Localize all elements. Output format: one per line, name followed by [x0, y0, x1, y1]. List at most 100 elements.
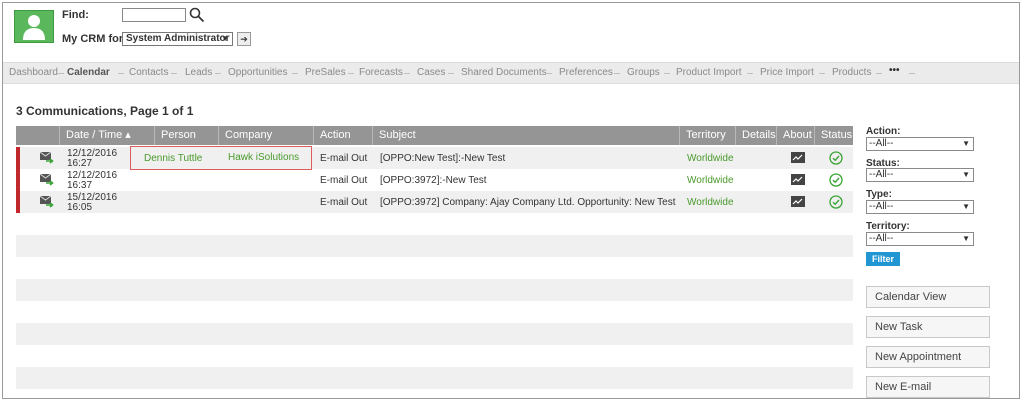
arrow-right-icon: ➔ [240, 34, 248, 44]
nav-groups[interactable]: Groups [627, 67, 660, 78]
table-row[interactable]: 12/12/2016 16:37 E-mail Out [OPPO:3972]:-… [16, 169, 853, 191]
email-out-icon [40, 196, 54, 208]
table-row[interactable]: 15/12/2016 16:05 E-mail Out [OPPO:3972] C… [16, 191, 853, 213]
nav-separator [664, 73, 670, 74]
row-territory: Worldwide [687, 175, 734, 186]
row-datetime: 12/12/2016 16:27 [67, 148, 118, 169]
new-email-button[interactable]: New E-mail [866, 376, 990, 398]
user-avatar-icon [14, 10, 54, 43]
page-title: 3 Communications, Page 1 of 1 [16, 104, 194, 118]
nav-calendar[interactable]: Calendar [67, 67, 110, 78]
nav-separator [819, 73, 825, 74]
status-check-icon [829, 173, 843, 187]
empty-row [16, 257, 853, 279]
go-arrow-button[interactable]: ➔ [237, 32, 251, 46]
calendar-view-button[interactable]: Calendar View [866, 286, 990, 308]
nav-products[interactable]: Products [832, 67, 871, 78]
header-details[interactable]: Details [736, 126, 777, 145]
territory-filter-value: --All-- [869, 233, 894, 244]
nav-cases[interactable]: Cases [417, 67, 445, 78]
nav-separator [58, 73, 64, 74]
header-person[interactable]: Person [155, 126, 219, 145]
nav-separator [118, 73, 124, 74]
nav-separator [876, 73, 882, 74]
nav-separator [448, 73, 454, 74]
nav-separator [404, 73, 410, 74]
nav-separator [292, 73, 298, 74]
territory-filter-label: Territory: [866, 221, 910, 232]
nav-separator [747, 73, 753, 74]
nav-more[interactable]: ••• [889, 65, 900, 76]
header-territory[interactable]: Territory [680, 126, 736, 145]
nav-forecasts[interactable]: Forecasts [359, 67, 403, 78]
nav-separator [348, 73, 354, 74]
status-check-icon [829, 195, 843, 209]
nav-separator [546, 73, 552, 74]
empty-row [16, 301, 853, 323]
user-select[interactable]: System Administrator ▼ [122, 32, 233, 46]
row-marker [16, 191, 20, 213]
nav-separator [614, 73, 620, 74]
row-action: E-mail Out [320, 153, 368, 164]
empty-row [16, 235, 853, 257]
row-action: E-mail Out [320, 197, 368, 208]
chart-icon[interactable] [791, 174, 805, 185]
new-appointment-button[interactable]: New Appointment [866, 346, 990, 368]
nav-product-import[interactable]: Product Import [676, 67, 742, 78]
nav-dashboard[interactable]: Dashboard [9, 67, 58, 78]
nav-price-import[interactable]: Price Import [760, 67, 814, 78]
type-filter-value: --All-- [869, 201, 894, 212]
row-action: E-mail Out [320, 175, 368, 186]
nav-presales[interactable]: PreSales [305, 67, 346, 78]
find-label: Find: [62, 9, 89, 21]
search-icon[interactable] [189, 7, 205, 23]
email-out-icon [40, 174, 54, 186]
row-subject[interactable]: [OPPO:New Test]:-New Test [380, 153, 505, 164]
action-filter-value: --All-- [869, 138, 894, 149]
header-date-time[interactable]: Date / Time ▴ [60, 126, 155, 145]
chart-icon[interactable] [791, 196, 805, 207]
row-marker [16, 147, 20, 169]
status-filter-select[interactable]: --All-- ▼ [866, 168, 974, 182]
empty-row [16, 213, 853, 235]
empty-row [16, 367, 853, 389]
empty-row [16, 279, 853, 301]
type-filter-label: Type: [866, 189, 892, 200]
find-input[interactable] [122, 8, 186, 22]
header-company[interactable]: Company [219, 126, 314, 145]
status-filter-value: --All-- [869, 169, 894, 180]
header-status[interactable]: Status [815, 126, 853, 145]
filter-button[interactable]: Filter [866, 252, 900, 266]
chevron-down-icon: ▼ [962, 139, 970, 148]
row-marker [16, 169, 20, 191]
chevron-down-icon: ▼ [221, 34, 229, 43]
header-subject[interactable]: Subject [373, 126, 680, 145]
row-subject[interactable]: [OPPO:3972]:-New Test [380, 175, 487, 186]
type-filter-select[interactable]: --All-- ▼ [866, 200, 974, 214]
email-out-icon [40, 152, 54, 164]
nav-leads[interactable]: Leads [185, 67, 212, 78]
nav-shared-documents[interactable]: Shared Documents [461, 67, 547, 78]
empty-row [16, 323, 853, 345]
row-territory: Worldwide [687, 197, 734, 208]
row-datetime: 12/12/2016 16:37 [67, 170, 118, 191]
row-territory: Worldwide [687, 153, 734, 164]
chevron-down-icon: ▼ [962, 234, 970, 243]
new-task-button[interactable]: New Task [866, 316, 990, 338]
row-subject[interactable]: [OPPO:3972] Company: Ajay Company Ltd. O… [380, 197, 676, 208]
empty-row [16, 345, 853, 367]
chevron-down-icon: ▼ [962, 170, 970, 179]
nav-preferences[interactable]: Preferences [559, 67, 613, 78]
status-check-icon [829, 151, 843, 165]
action-filter-select[interactable]: --All-- ▼ [866, 137, 974, 151]
header-about[interactable]: About [777, 126, 815, 145]
mycrm-label: My CRM for: [62, 33, 127, 45]
nav-opportunities[interactable]: Opportunities [228, 67, 287, 78]
chart-icon[interactable] [791, 152, 805, 163]
highlight-box [130, 146, 312, 170]
territory-filter-select[interactable]: --All-- ▼ [866, 232, 974, 246]
header-action[interactable]: Action [314, 126, 373, 145]
nav-contacts[interactable]: Contacts [129, 67, 168, 78]
user-select-value: System Administrator [126, 33, 230, 44]
action-filter-label: Action: [866, 126, 901, 137]
